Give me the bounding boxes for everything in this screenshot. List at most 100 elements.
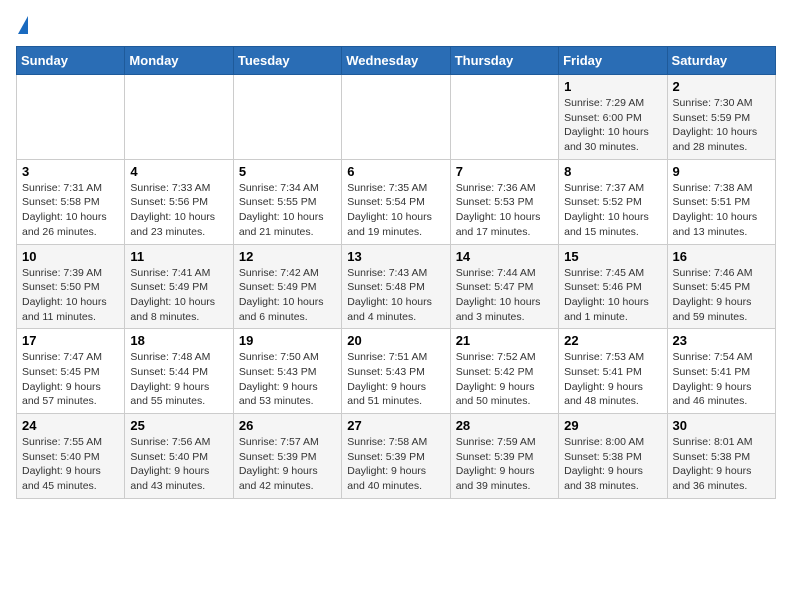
day-info: Sunrise: 7:43 AMSunset: 5:48 PMDaylight:… — [347, 266, 444, 325]
day-info: Sunrise: 7:50 AMSunset: 5:43 PMDaylight:… — [239, 350, 336, 409]
day-info: Sunrise: 7:44 AMSunset: 5:47 PMDaylight:… — [456, 266, 553, 325]
day-info: Sunrise: 7:42 AMSunset: 5:49 PMDaylight:… — [239, 266, 336, 325]
day-number: 9 — [673, 164, 770, 179]
day-number: 17 — [22, 333, 119, 348]
calendar-week-row: 10 Sunrise: 7:39 AMSunset: 5:50 PMDayligh… — [17, 244, 776, 329]
calendar-header: SundayMondayTuesdayWednesdayThursdayFrid… — [17, 47, 776, 75]
calendar-cell: 13 Sunrise: 7:43 AMSunset: 5:48 PMDayligh… — [342, 244, 450, 329]
calendar-week-row: 24 Sunrise: 7:55 AMSunset: 5:40 PMDayligh… — [17, 414, 776, 499]
dow-header: Friday — [559, 47, 667, 75]
day-info: Sunrise: 7:51 AMSunset: 5:43 PMDaylight:… — [347, 350, 444, 409]
day-number: 1 — [564, 79, 661, 94]
dow-header: Wednesday — [342, 47, 450, 75]
calendar-cell: 28 Sunrise: 7:59 AMSunset: 5:39 PMDayligh… — [450, 414, 558, 499]
calendar-cell: 4 Sunrise: 7:33 AMSunset: 5:56 PMDaylight… — [125, 159, 233, 244]
day-number: 30 — [673, 418, 770, 433]
calendar-week-row: 1Sunrise: 7:29 AMSunset: 6:00 PMDaylight… — [17, 75, 776, 160]
day-info: Sunrise: 7:47 AMSunset: 5:45 PMDaylight:… — [22, 350, 119, 409]
calendar-cell: 7 Sunrise: 7:36 AMSunset: 5:53 PMDaylight… — [450, 159, 558, 244]
day-number: 16 — [673, 249, 770, 264]
calendar-cell — [125, 75, 233, 160]
calendar-cell: 20 Sunrise: 7:51 AMSunset: 5:43 PMDayligh… — [342, 329, 450, 414]
day-number: 4 — [130, 164, 227, 179]
day-info: Sunrise: 7:33 AMSunset: 5:56 PMDaylight:… — [130, 181, 227, 240]
day-info: Sunrise: 7:53 AMSunset: 5:41 PMDaylight:… — [564, 350, 661, 409]
day-number: 28 — [456, 418, 553, 433]
calendar-cell: 23Sunrise: 7:54 AMSunset: 5:41 PMDayligh… — [667, 329, 775, 414]
day-info: Sunrise: 8:01 AMSunset: 5:38 PMDaylight:… — [673, 435, 770, 494]
logo-triangle-icon — [18, 16, 28, 34]
calendar-cell: 10 Sunrise: 7:39 AMSunset: 5:50 PMDayligh… — [17, 244, 125, 329]
day-info: Sunrise: 7:58 AMSunset: 5:39 PMDaylight:… — [347, 435, 444, 494]
day-number: 6 — [347, 164, 444, 179]
day-info: Sunrise: 7:31 AMSunset: 5:58 PMDaylight:… — [22, 181, 119, 240]
page-header — [16, 16, 776, 34]
day-info: Sunrise: 7:48 AMSunset: 5:44 PMDaylight:… — [130, 350, 227, 409]
calendar-cell: 22Sunrise: 7:53 AMSunset: 5:41 PMDayligh… — [559, 329, 667, 414]
day-number: 3 — [22, 164, 119, 179]
calendar-cell: 8Sunrise: 7:37 AMSunset: 5:52 PMDaylight… — [559, 159, 667, 244]
day-number: 20 — [347, 333, 444, 348]
day-info: Sunrise: 7:57 AMSunset: 5:39 PMDaylight:… — [239, 435, 336, 494]
calendar-week-row: 3 Sunrise: 7:31 AMSunset: 5:58 PMDaylight… — [17, 159, 776, 244]
calendar-cell: 19Sunrise: 7:50 AMSunset: 5:43 PMDayligh… — [233, 329, 341, 414]
day-number: 14 — [456, 249, 553, 264]
calendar-week-row: 17 Sunrise: 7:47 AMSunset: 5:45 PMDayligh… — [17, 329, 776, 414]
calendar-cell: 11 Sunrise: 7:41 AMSunset: 5:49 PMDayligh… — [125, 244, 233, 329]
day-info: Sunrise: 7:46 AMSunset: 5:45 PMDaylight:… — [673, 266, 770, 325]
day-number: 27 — [347, 418, 444, 433]
calendar-cell: 27 Sunrise: 7:58 AMSunset: 5:39 PMDayligh… — [342, 414, 450, 499]
calendar-cell: 21 Sunrise: 7:52 AMSunset: 5:42 PMDayligh… — [450, 329, 558, 414]
day-number: 12 — [239, 249, 336, 264]
calendar-cell: 12 Sunrise: 7:42 AMSunset: 5:49 PMDayligh… — [233, 244, 341, 329]
day-info: Sunrise: 7:30 AMSunset: 5:59 PMDaylight:… — [673, 96, 770, 155]
day-number: 10 — [22, 249, 119, 264]
calendar-cell: 24 Sunrise: 7:55 AMSunset: 5:40 PMDayligh… — [17, 414, 125, 499]
dow-header: Monday — [125, 47, 233, 75]
day-info: Sunrise: 7:55 AMSunset: 5:40 PMDaylight:… — [22, 435, 119, 494]
day-info: Sunrise: 7:59 AMSunset: 5:39 PMDaylight:… — [456, 435, 553, 494]
day-info: Sunrise: 7:35 AMSunset: 5:54 PMDaylight:… — [347, 181, 444, 240]
day-number: 11 — [130, 249, 227, 264]
calendar-cell: 18 Sunrise: 7:48 AMSunset: 5:44 PMDayligh… — [125, 329, 233, 414]
day-number: 25 — [130, 418, 227, 433]
day-info: Sunrise: 7:39 AMSunset: 5:50 PMDaylight:… — [22, 266, 119, 325]
calendar-cell — [342, 75, 450, 160]
dow-header: Sunday — [17, 47, 125, 75]
day-info: Sunrise: 7:37 AMSunset: 5:52 PMDaylight:… — [564, 181, 661, 240]
day-number: 13 — [347, 249, 444, 264]
calendar-cell: 26 Sunrise: 7:57 AMSunset: 5:39 PMDayligh… — [233, 414, 341, 499]
calendar-cell: 9Sunrise: 7:38 AMSunset: 5:51 PMDaylight… — [667, 159, 775, 244]
calendar-cell — [233, 75, 341, 160]
day-number: 24 — [22, 418, 119, 433]
calendar-cell — [17, 75, 125, 160]
calendar-cell: 30 Sunrise: 8:01 AMSunset: 5:38 PMDayligh… — [667, 414, 775, 499]
day-info: Sunrise: 7:54 AMSunset: 5:41 PMDaylight:… — [673, 350, 770, 409]
calendar-cell: 29 Sunrise: 8:00 AMSunset: 5:38 PMDayligh… — [559, 414, 667, 499]
calendar-cell: 2 Sunrise: 7:30 AMSunset: 5:59 PMDaylight… — [667, 75, 775, 160]
dow-header: Tuesday — [233, 47, 341, 75]
day-number: 29 — [564, 418, 661, 433]
calendar-cell: 15 Sunrise: 7:45 AMSunset: 5:46 PMDayligh… — [559, 244, 667, 329]
day-number: 2 — [673, 79, 770, 94]
day-info: Sunrise: 7:56 AMSunset: 5:40 PMDaylight:… — [130, 435, 227, 494]
day-number: 7 — [456, 164, 553, 179]
day-number: 26 — [239, 418, 336, 433]
day-number: 21 — [456, 333, 553, 348]
day-number: 15 — [564, 249, 661, 264]
day-info: Sunrise: 7:36 AMSunset: 5:53 PMDaylight:… — [456, 181, 553, 240]
dow-header: Saturday — [667, 47, 775, 75]
day-info: Sunrise: 7:34 AMSunset: 5:55 PMDaylight:… — [239, 181, 336, 240]
calendar-cell: 14 Sunrise: 7:44 AMSunset: 5:47 PMDayligh… — [450, 244, 558, 329]
day-info: Sunrise: 7:52 AMSunset: 5:42 PMDaylight:… — [456, 350, 553, 409]
calendar-cell: 16 Sunrise: 7:46 AMSunset: 5:45 PMDayligh… — [667, 244, 775, 329]
calendar-cell — [450, 75, 558, 160]
logo — [16, 16, 28, 34]
day-number: 5 — [239, 164, 336, 179]
calendar-cell: 6 Sunrise: 7:35 AMSunset: 5:54 PMDaylight… — [342, 159, 450, 244]
day-info: Sunrise: 7:45 AMSunset: 5:46 PMDaylight:… — [564, 266, 661, 325]
day-info: Sunrise: 7:41 AMSunset: 5:49 PMDaylight:… — [130, 266, 227, 325]
day-number: 18 — [130, 333, 227, 348]
calendar-cell: 1Sunrise: 7:29 AMSunset: 6:00 PMDaylight… — [559, 75, 667, 160]
day-info: Sunrise: 8:00 AMSunset: 5:38 PMDaylight:… — [564, 435, 661, 494]
